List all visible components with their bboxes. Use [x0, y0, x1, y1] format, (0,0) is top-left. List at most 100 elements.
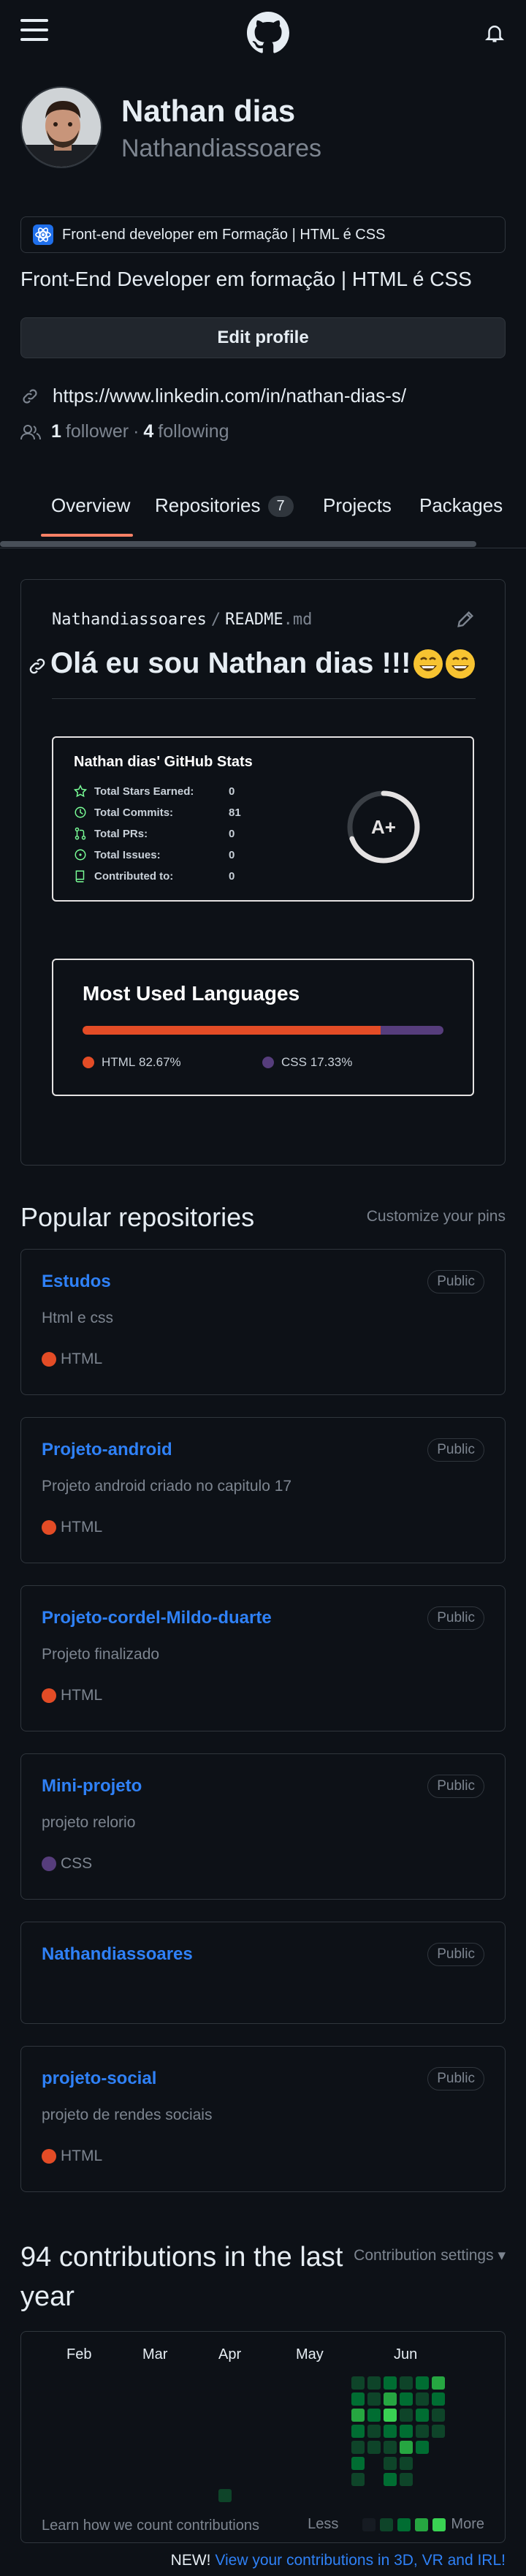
month-label: May	[296, 2346, 324, 2362]
following-count[interactable]: 4	[143, 421, 153, 442]
repo-name-link[interactable]: Estudos	[42, 1272, 111, 1292]
repo-language-name: HTML	[61, 1687, 103, 1704]
contribution-cell[interactable]	[416, 2376, 429, 2390]
anchor-link-icon[interactable]	[27, 656, 47, 676]
profile-name: Nathan dias	[121, 94, 296, 128]
language-dot	[42, 1857, 56, 1871]
contribution-cell[interactable]	[367, 2425, 381, 2438]
tab-overview[interactable]: Overview	[51, 494, 130, 517]
contribution-cell[interactable]	[367, 2392, 381, 2406]
repo-language: HTML	[42, 2148, 102, 2165]
readme-path-separator: /	[210, 611, 221, 629]
stat-row: Contributed to: 0	[74, 868, 235, 884]
contributions-title: 94 contributions in the last year	[20, 2242, 343, 2312]
profile-username: Nathandiassoares	[121, 135, 322, 162]
contribution-cell[interactable]	[367, 2441, 381, 2454]
contribution-cell[interactable]	[351, 2392, 365, 2406]
contribution-cell[interactable]	[384, 2425, 397, 2438]
repo-name-link[interactable]: Projeto-android	[42, 1440, 172, 1460]
repo-language: HTML	[42, 1519, 102, 1536]
contribution-cell[interactable]	[367, 2376, 381, 2390]
contribution-cell[interactable]	[416, 2441, 429, 2454]
contribution-cell[interactable]	[432, 2409, 445, 2422]
customize-pins-link[interactable]: Customize your pins	[367, 1208, 506, 1225]
stat-value: 0	[229, 785, 235, 798]
contribution-cell[interactable]	[351, 2457, 365, 2470]
contribution-cell[interactable]	[384, 2441, 397, 2454]
repo-name-link[interactable]: projeto-social	[42, 2069, 156, 2089]
contribution-cell[interactable]	[416, 2425, 429, 2438]
following-label[interactable]: following	[158, 421, 229, 442]
contribution-cell[interactable]	[400, 2376, 413, 2390]
repo-icon	[75, 870, 85, 883]
repo-card: projeto-social Public projeto de rendes …	[20, 2046, 506, 2192]
contribution-cell[interactable]	[367, 2409, 381, 2422]
contribution-cell[interactable]	[400, 2457, 413, 2470]
tabs-scrollbar[interactable]	[0, 541, 476, 547]
contribution-cell[interactable]	[400, 2473, 413, 2486]
avatar-image	[22, 88, 101, 167]
contribution-cell[interactable]	[351, 2376, 365, 2390]
edit-profile-button[interactable]: Edit profile	[20, 317, 506, 358]
contribution-cell[interactable]	[400, 2425, 413, 2438]
contribution-cell[interactable]	[400, 2392, 413, 2406]
contribution-cell[interactable]	[432, 2376, 445, 2390]
avatar[interactable]	[20, 86, 102, 168]
repo-name-link[interactable]: Nathandiassoares	[42, 1944, 193, 1965]
contribution-cell[interactable]	[384, 2473, 397, 2486]
stat-label: Total Issues:	[94, 848, 161, 861]
contribution-cell[interactable]	[400, 2409, 413, 2422]
user-status[interactable]: Front-end developer em Formação | HTML é…	[20, 216, 506, 253]
pencil-icon[interactable]	[455, 609, 476, 630]
followers-label[interactable]: follower	[66, 421, 129, 442]
contribution-cell[interactable]	[432, 2425, 445, 2438]
followers-count[interactable]: 1	[51, 421, 61, 442]
contribution-cell[interactable]	[351, 2441, 365, 2454]
repo-visibility-badge: Public	[427, 1943, 484, 1966]
repo-description: Html e css	[42, 1310, 114, 1326]
contribution-cell[interactable]	[384, 2409, 397, 2422]
popular-repositories-title: Popular repositories	[20, 1202, 255, 1232]
repo-name-link[interactable]: Mini-projeto	[42, 1776, 142, 1797]
tab-packages[interactable]: Packages	[419, 494, 503, 517]
contribution-cell[interactable]	[351, 2473, 365, 2486]
contribution-cell[interactable]	[416, 2409, 429, 2422]
contribution-cell[interactable]	[384, 2376, 397, 2390]
contribution-settings-dropdown[interactable]: Contribution settings ▾	[354, 2246, 506, 2265]
contribution-cell[interactable]	[400, 2441, 413, 2454]
contribution-cell[interactable]	[351, 2409, 365, 2422]
stat-row: Total Issues: 0	[74, 847, 235, 863]
profile-bio: Front-End Developer em formação | HTML é…	[20, 268, 472, 290]
month-label: Apr	[218, 2346, 242, 2362]
stat-value: 0	[229, 869, 235, 883]
language-percent: 17.33%	[310, 1055, 353, 1069]
readme-owner[interactable]: Nathandiassoares	[52, 611, 207, 629]
readme-path: Nathandiassoares / README.md	[52, 611, 312, 629]
contribution-cell[interactable]	[384, 2457, 397, 2470]
status-text: Front-end developer em Formação | HTML é…	[62, 226, 386, 243]
repo-visibility-badge: Public	[427, 1438, 484, 1462]
profile-header: Nathan dias Nathandiassoares	[0, 64, 526, 181]
contribution-legend: Less More	[308, 2516, 484, 2533]
linkedin-link[interactable]: https://www.linkedin.com/in/nathan-dias-…	[53, 385, 406, 407]
repo-name-link[interactable]: Projeto-cordel-Mildo-duarte	[42, 1608, 272, 1628]
contribution-cell[interactable]	[218, 2489, 232, 2502]
tab-active-indicator	[41, 534, 133, 537]
contributions-3d-link[interactable]: View your contributions in 3D, VR and IR…	[215, 2552, 506, 2569]
github-logo-icon[interactable]	[247, 12, 289, 54]
follow-separator: ·	[133, 421, 140, 442]
contribution-cell[interactable]	[384, 2392, 397, 2406]
bell-icon[interactable]	[484, 20, 506, 45]
repo-card: Projeto-cordel-Mildo-duarte Public Proje…	[20, 1585, 506, 1731]
repo-visibility-badge: Public	[427, 1270, 484, 1293]
contribution-cell[interactable]	[351, 2425, 365, 2438]
hamburger-icon[interactable]	[20, 19, 48, 44]
contribution-cell[interactable]	[432, 2392, 445, 2406]
issue-icon	[75, 849, 86, 861]
repositories-counter: 7	[267, 496, 294, 517]
tab-projects[interactable]: Projects	[323, 494, 392, 517]
tab-repositories[interactable]: Repositories 7	[155, 494, 294, 517]
learn-contributions-link[interactable]: Learn how we count contributions	[42, 2518, 259, 2534]
contribution-cell[interactable]	[416, 2392, 429, 2406]
history-icon	[75, 807, 86, 818]
